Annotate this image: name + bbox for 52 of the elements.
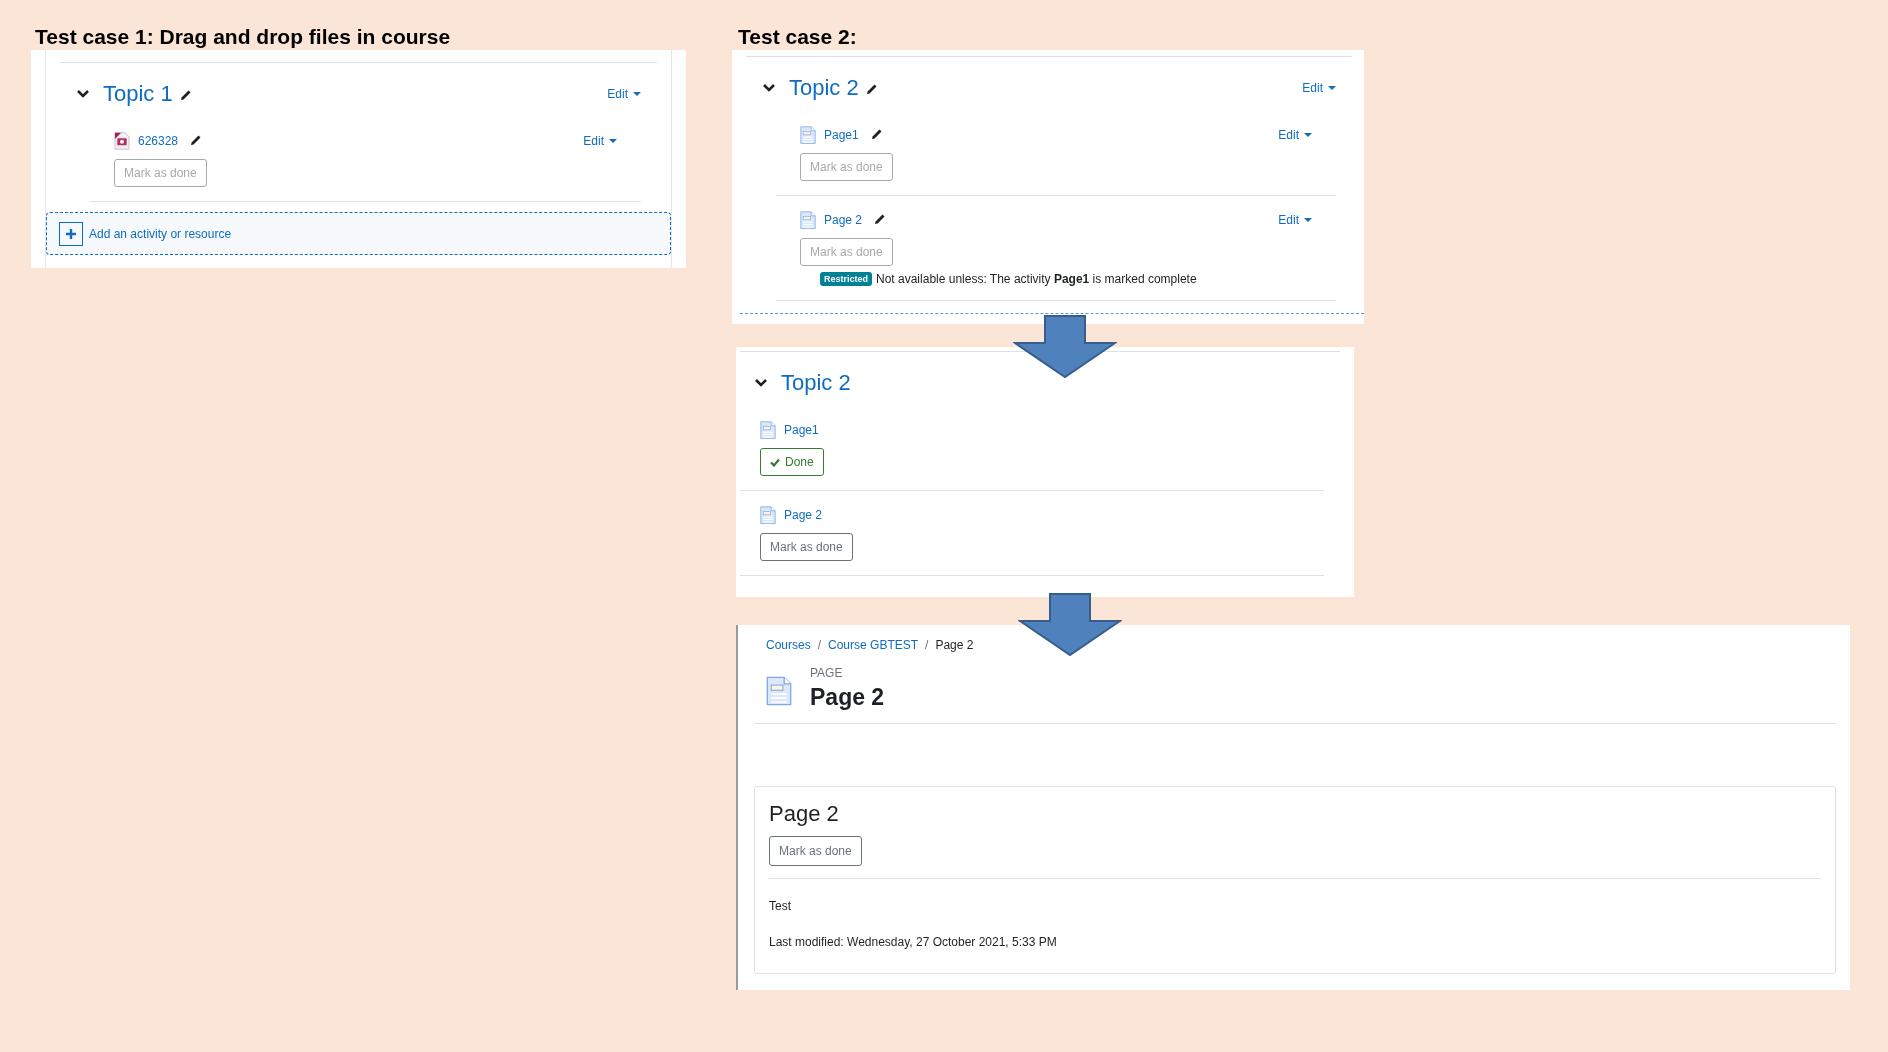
edit-menu[interactable]: Edit [1278, 213, 1312, 227]
test-case-heading: Test case 2: [738, 25, 857, 49]
page-title: Page 2 [810, 684, 885, 711]
chevron-down-icon[interactable] [76, 89, 90, 99]
add-activity-button[interactable]: Add an activity or resource [46, 212, 671, 255]
edit-menu[interactable]: Edit [583, 134, 617, 148]
activity-link[interactable]: Page 2 [784, 508, 823, 522]
mark-as-done-button[interactable]: Mark as done [760, 533, 853, 561]
section-title[interactable]: Topic 2 [789, 75, 878, 101]
caret-icon[interactable] [1304, 132, 1312, 138]
test-case-heading: Test case 1: Drag and drop files in course [35, 25, 451, 49]
pencil-icon[interactable] [179, 89, 192, 101]
pencil-icon[interactable] [865, 83, 878, 95]
content-title: Page 2 [769, 801, 840, 827]
breadcrumb-item[interactable]: Course GBTEST [828, 638, 919, 652]
restriction-text: Not available unless: The activity Page1 is marked complete [876, 272, 1197, 286]
mark-as-done-button[interactable]: Mark as done [769, 836, 862, 866]
chevron-down-icon[interactable] [754, 378, 768, 388]
image-file-icon [114, 132, 130, 150]
edit-menu[interactable]: Edit [1278, 128, 1312, 142]
body-text: Test [769, 899, 792, 913]
activity-link[interactable]: Page1 [784, 423, 819, 437]
breadcrumb-separator: / [925, 638, 929, 652]
caret-icon[interactable] [609, 138, 617, 144]
last-modified-text: Last modified: Wednesday, 27 October 2021, 5:33 PM [769, 935, 1058, 949]
chevron-down-icon[interactable] [762, 83, 776, 93]
pencil-icon[interactable] [874, 213, 887, 225]
activity-link[interactable]: Page 2 [824, 213, 863, 227]
breadcrumb-item[interactable]: Courses [766, 638, 811, 652]
section-title[interactable]: Topic 2 [781, 370, 851, 396]
breadcrumb-separator: / [817, 638, 822, 652]
page-icon [766, 676, 792, 706]
breadcrumb-item: Page 2 [935, 638, 974, 652]
caret-icon[interactable] [633, 91, 641, 97]
caret-icon[interactable] [1328, 85, 1336, 91]
pencil-icon[interactable] [190, 134, 203, 146]
page-icon [760, 420, 776, 440]
plus-icon [66, 228, 76, 239]
pencil-icon[interactable] [870, 128, 883, 140]
activity-link[interactable]: Page1 [824, 128, 859, 142]
check-icon [770, 457, 780, 467]
restricted-badge: Restricted [820, 272, 872, 286]
edit-menu[interactable]: Edit [1302, 81, 1336, 95]
page-icon [760, 505, 776, 525]
module-type-label: PAGE [810, 666, 844, 680]
done-button[interactable]: Done [760, 448, 824, 476]
activity-link[interactable]: 626328 [138, 134, 179, 148]
caret-icon[interactable] [1304, 217, 1312, 223]
page-icon [800, 210, 816, 230]
page-icon [800, 125, 816, 145]
section-title[interactable]: Topic 1 [103, 81, 192, 107]
edit-menu[interactable]: Edit [607, 87, 641, 101]
